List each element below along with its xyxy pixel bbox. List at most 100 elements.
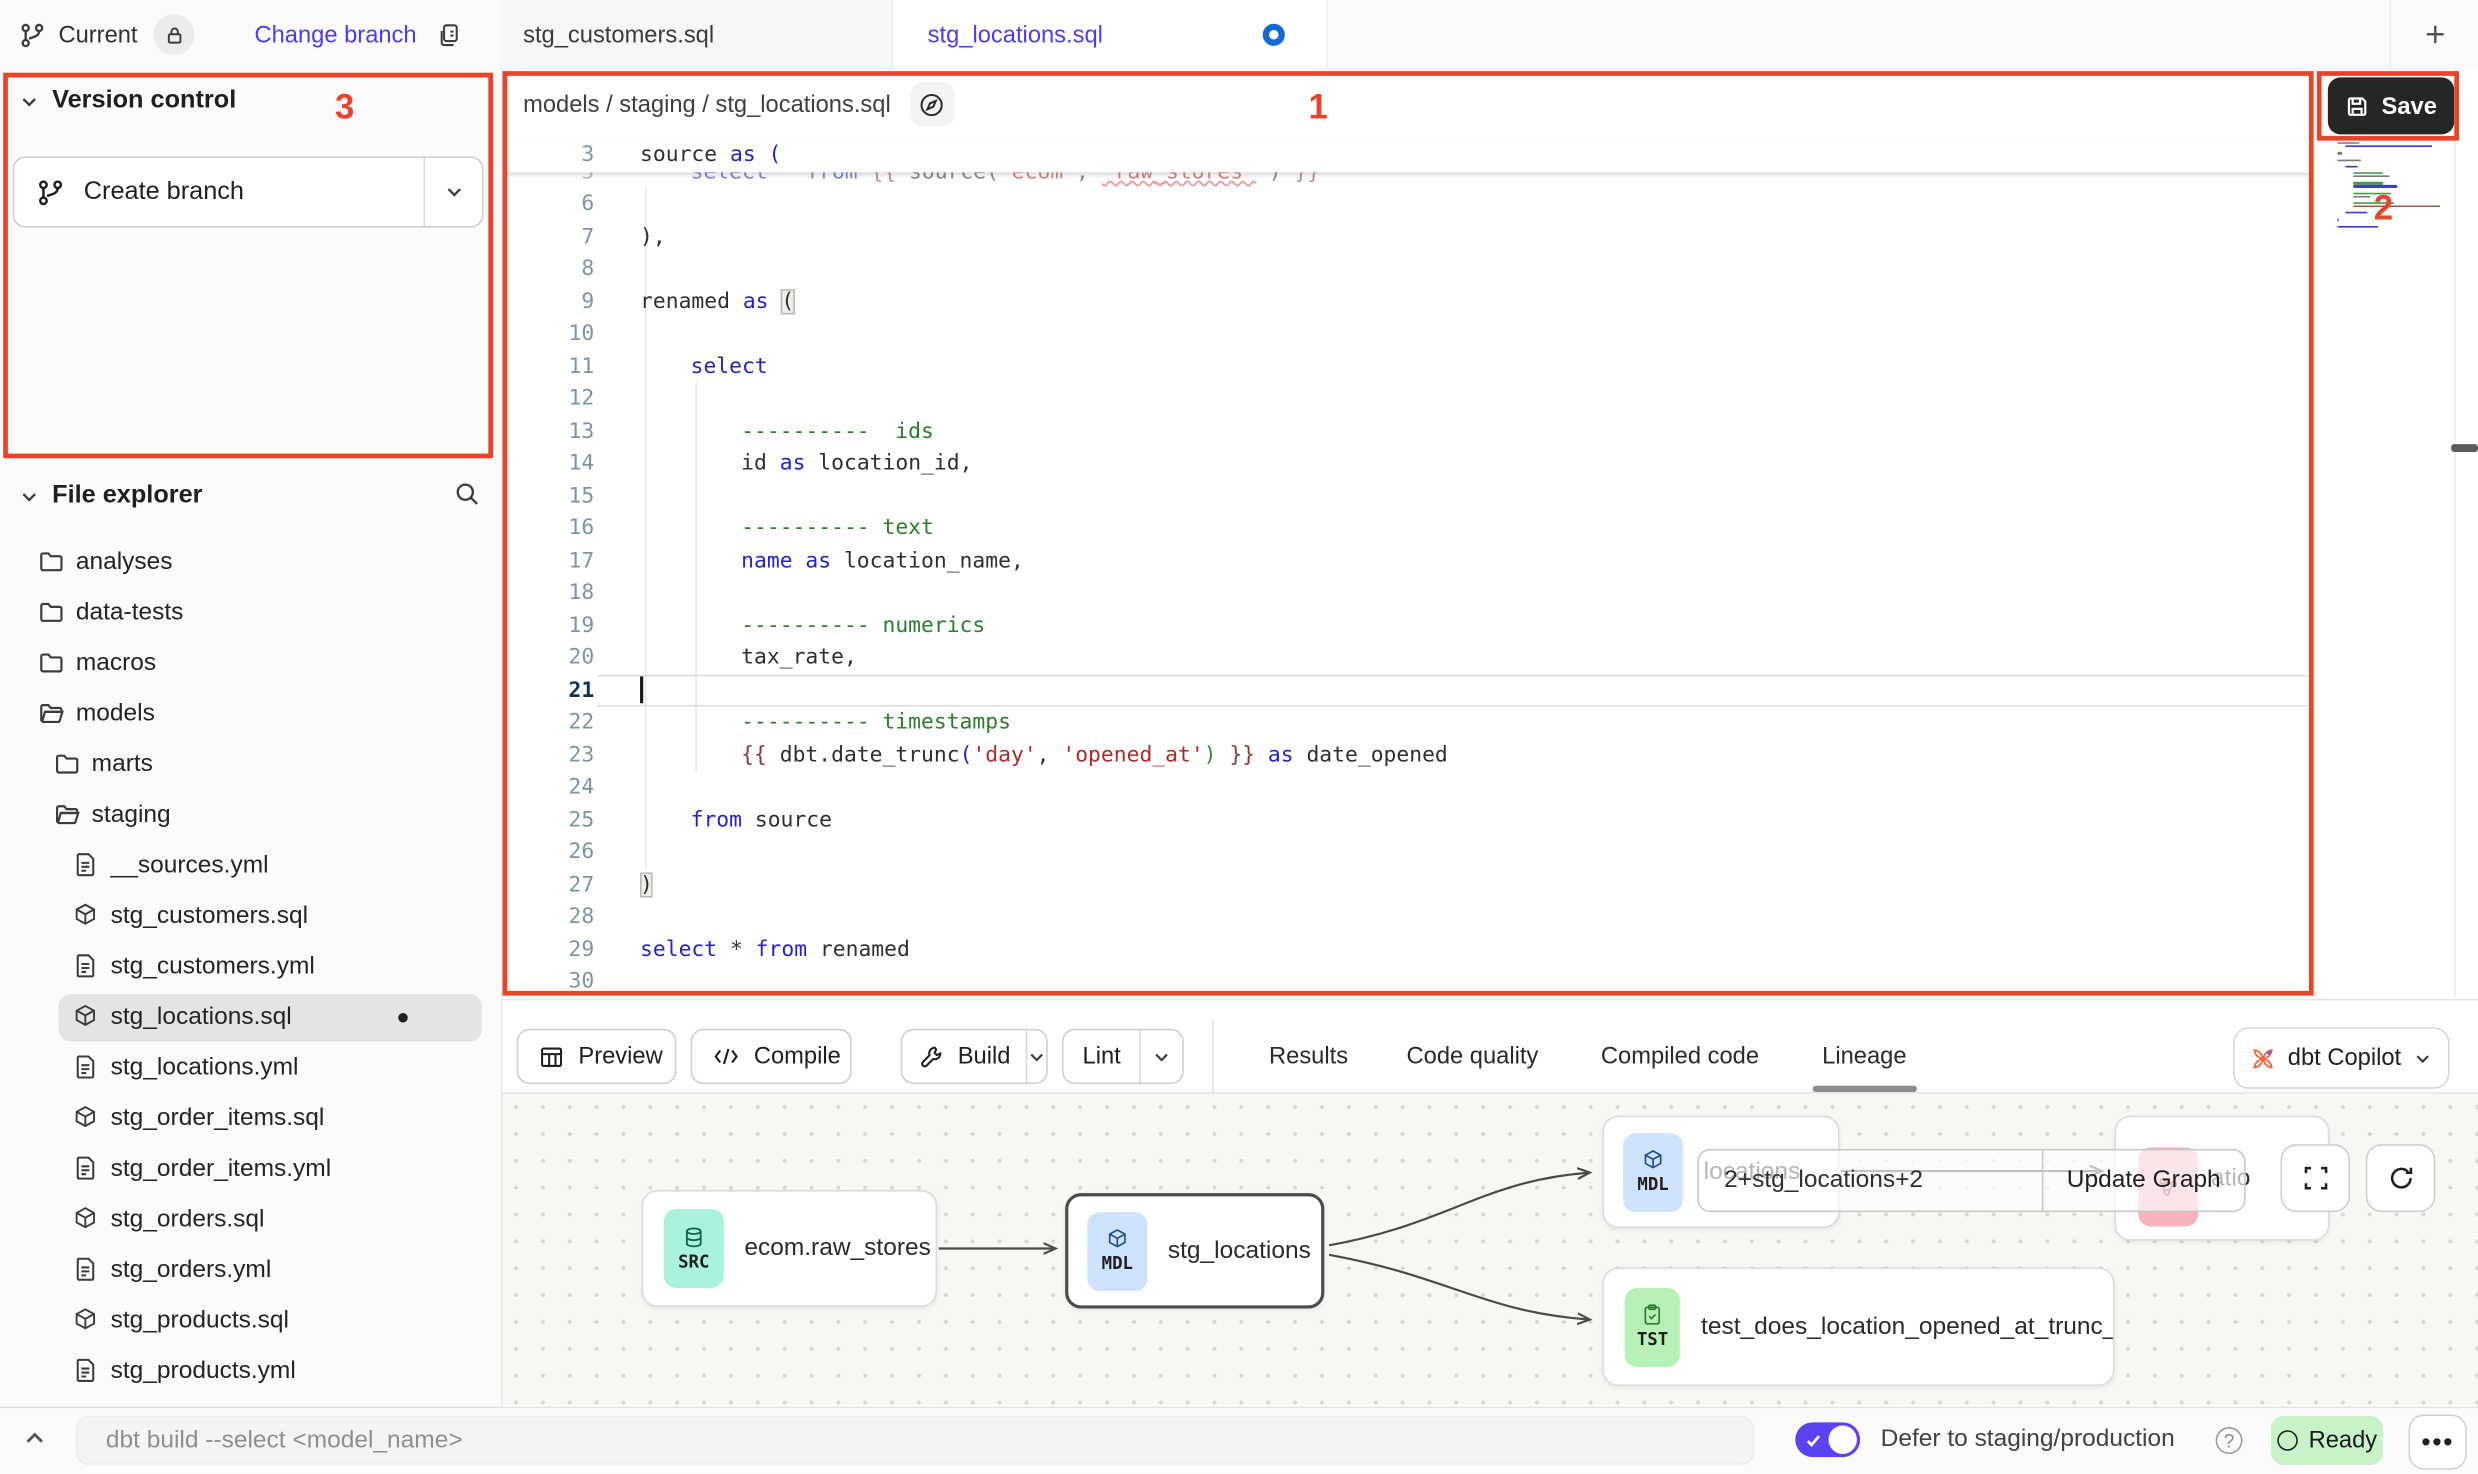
divider: [2389, 0, 2391, 70]
file-name: stg_products.sql: [111, 1307, 289, 1335]
tab-stg-customers[interactable]: stg_customers.sql: [501, 0, 893, 70]
minimap-line: [2353, 175, 2389, 177]
minimap-line: [2345, 165, 2357, 167]
tab-label: Lineage: [1822, 1043, 1906, 1070]
line-number: 25: [537, 804, 594, 836]
create-branch-button[interactable]: Create branch: [13, 156, 484, 227]
lineage-node-test[interactable]: TST test_does_location_opened_at_trunc_t…: [1602, 1267, 2114, 1386]
lint-button[interactable]: Lint: [1062, 1029, 1184, 1084]
build-dropdown[interactable]: [1026, 1030, 1047, 1082]
git-branch-icon: [36, 178, 64, 206]
lineage-selector-input[interactable]: 2+stg_locations+2: [1699, 1150, 2042, 1210]
compile-button[interactable]: Compile: [691, 1029, 852, 1084]
tab-results[interactable]: Results: [1269, 1029, 1348, 1084]
folder-open-icon: [54, 801, 82, 829]
divider: [2454, 70, 2456, 998]
status-ready-badge[interactable]: Ready: [2271, 1416, 2383, 1465]
file-icon: [73, 852, 101, 880]
file-item-data-tests[interactable]: data-tests: [0, 588, 501, 639]
file-item-stg-order-items-yml[interactable]: stg_order_items.yml: [0, 1144, 501, 1195]
update-graph-button[interactable]: Update Graph: [2042, 1150, 2244, 1210]
chevron-down-icon: [19, 486, 40, 507]
preview-button[interactable]: Preview: [517, 1029, 677, 1084]
line-number: 27: [537, 868, 594, 900]
file-icon: [73, 953, 101, 981]
sticky-scroll-line: 3source as (: [503, 139, 2311, 171]
tab-code-quality[interactable]: Code quality: [1407, 1029, 1539, 1084]
file-item-stg-products-yml[interactable]: stg_products.yml: [0, 1346, 501, 1397]
code-line-7: 7),: [503, 220, 2311, 252]
refresh-button[interactable]: [2366, 1144, 2436, 1212]
copilot-label: dbt Copilot: [2288, 1045, 2401, 1072]
more-options-button[interactable]: •••: [2408, 1414, 2466, 1469]
code-line-29: 29select * from renamed: [503, 933, 2311, 965]
line-number: 6: [537, 188, 594, 220]
modified-dot: [398, 1013, 407, 1022]
file-explorer-header[interactable]: File explorer: [19, 482, 203, 510]
code-line-13: 13---------- ids: [503, 415, 2311, 447]
status-circle-icon: [2277, 1430, 2298, 1451]
file-name: stg_orders.yml: [111, 1256, 272, 1284]
file-item-stg-locations-yml[interactable]: stg_locations.yml: [0, 1043, 501, 1094]
save-button[interactable]: Save: [2328, 77, 2454, 134]
version-control-header[interactable]: Version control: [19, 87, 236, 115]
refresh-icon: [2387, 1165, 2414, 1192]
file-item-marts[interactable]: marts: [0, 740, 501, 791]
help-icon[interactable]: ?: [2216, 1427, 2243, 1454]
search-icon[interactable]: [454, 480, 481, 507]
change-branch-link[interactable]: Change branch: [254, 21, 416, 48]
line-text: ),: [640, 220, 666, 252]
create-branch-dropdown[interactable]: [424, 158, 482, 226]
command-input[interactable]: dbt build --select <model_name>: [76, 1416, 1754, 1465]
file-name: stg_products.yml: [111, 1358, 296, 1386]
file-item-models[interactable]: models: [0, 689, 501, 740]
file-item-stg-products-sql[interactable]: stg_products.sql: [0, 1296, 501, 1347]
file-item-macros[interactable]: macros: [0, 638, 501, 689]
build-button[interactable]: Build: [901, 1029, 1048, 1084]
node-label: ecom.raw_stores: [744, 1234, 931, 1262]
chevron-up-icon[interactable]: [22, 1425, 47, 1450]
file-item-analyses[interactable]: analyses: [0, 537, 501, 588]
line-number: 11: [537, 350, 594, 382]
file-item-staging[interactable]: staging: [0, 790, 501, 841]
copy-icon[interactable]: [436, 22, 461, 47]
code-line-22: 22---------- timestamps: [503, 706, 2311, 738]
file-icon: [73, 1155, 101, 1183]
line-text: from source: [640, 804, 832, 836]
chevron-down-icon: [2414, 1049, 2433, 1068]
file-item-stg-customers-yml[interactable]: stg_customers.yml: [0, 942, 501, 993]
compass-icon[interactable]: [910, 82, 954, 126]
tab-lineage[interactable]: Lineage: [1822, 1029, 1906, 1084]
file-item-stg-locations-sql[interactable]: stg_locations.sql: [0, 992, 501, 1043]
new-tab-button[interactable]: +: [2412, 13, 2459, 57]
breadcrumb: models / staging / stg_locations.sql: [523, 91, 891, 118]
panel-resize-handle[interactable]: [2451, 444, 2478, 452]
file-item-stg-order-items-sql[interactable]: stg_order_items.sql: [0, 1094, 501, 1145]
file-item-stg-orders-sql[interactable]: stg_orders.sql: [0, 1195, 501, 1246]
fullscreen-button[interactable]: [2280, 1144, 2350, 1212]
lineage-node-source[interactable]: SRC ecom.raw_stores: [642, 1190, 938, 1307]
node-label: test_does_location_opened_at_trunc_t...: [1701, 1312, 2113, 1340]
text-cursor: [640, 676, 643, 703]
minimap-line: [2353, 205, 2440, 207]
chevron-down-icon: [1028, 1047, 1047, 1066]
tab-compiled-code[interactable]: Compiled code: [1601, 1029, 1759, 1084]
lineage-canvas[interactable]: SRC ecom.raw_stores MDL stg_locations MD…: [503, 1094, 2478, 1405]
lineage-node-stg-locations[interactable]: MDL stg_locations: [1065, 1193, 1324, 1308]
dbt-copilot-button[interactable]: dbt Copilot: [2233, 1027, 2450, 1089]
line-number: 9: [537, 285, 594, 317]
defer-toggle[interactable]: [1795, 1422, 1860, 1457]
dbt-ide-window: Current Change branch stg_customers.sql …: [0, 0, 2478, 1474]
file-item-stg-customers-sql[interactable]: stg_customers.sql: [0, 891, 501, 942]
file-item--sources-yml[interactable]: __sources.yml: [0, 841, 501, 892]
line-text: select * from renamed: [640, 933, 910, 965]
code-editor[interactable]: 67),89renamed as (1011select1213--------…: [503, 139, 2311, 997]
file-name: stg_locations.sql: [111, 1004, 292, 1032]
tab-stg-locations[interactable]: stg_locations.sql: [893, 0, 1328, 70]
lint-dropdown[interactable]: [1140, 1030, 1182, 1082]
breadcrumb-bar: models / staging / stg_locations.sql: [503, 70, 2478, 140]
annotation-label-1: 1: [1309, 87, 1328, 128]
minimap-line: [2345, 146, 2432, 148]
file-item-stg-orders-yml[interactable]: stg_orders.yml: [0, 1245, 501, 1296]
line-number: 13: [537, 415, 594, 447]
